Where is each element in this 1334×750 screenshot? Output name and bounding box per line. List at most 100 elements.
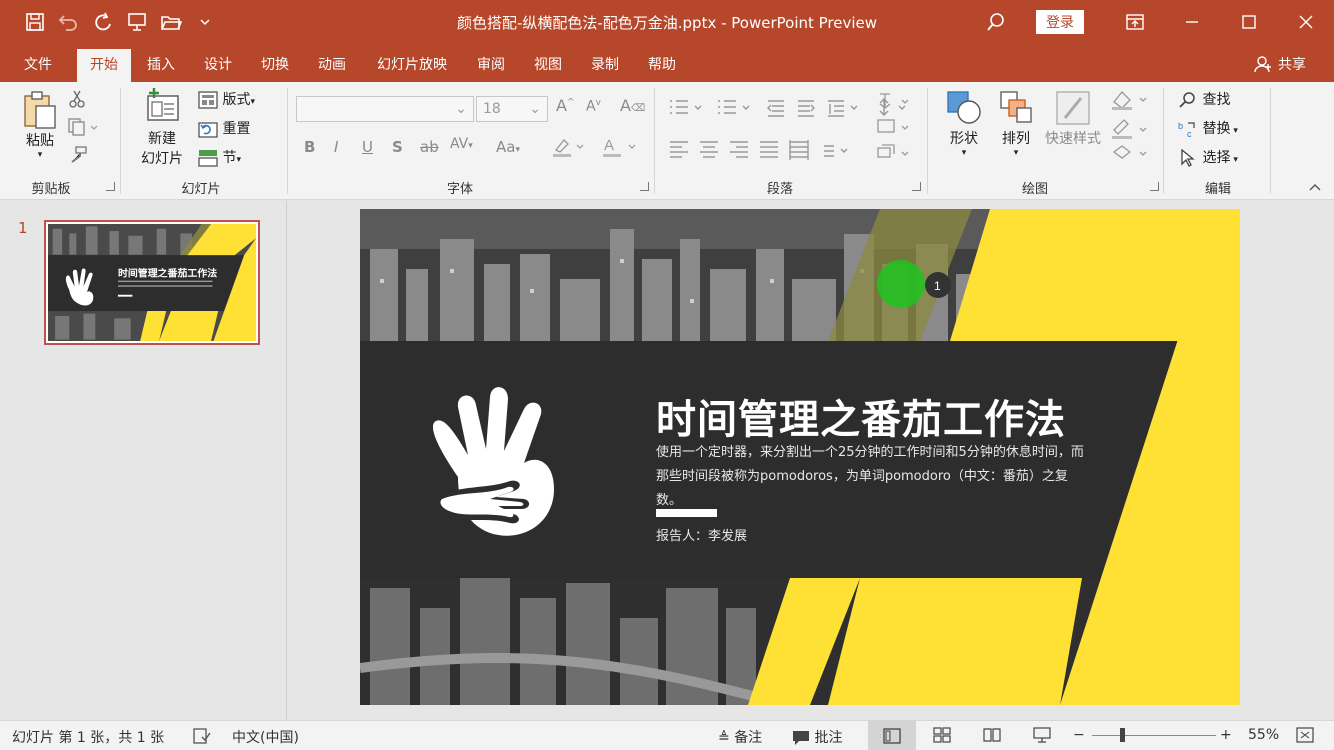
normal-view-button[interactable]: [868, 721, 916, 750]
chevron-down-icon: ▾: [1013, 148, 1019, 158]
chevron-down-icon: ⌄: [455, 101, 467, 117]
highlight-icon[interactable]: [552, 136, 586, 162]
layout-button[interactable]: 版式▾: [198, 89, 255, 109]
slide-reporter[interactable]: 报告人：李发展: [656, 525, 747, 544]
login-button[interactable]: 登录: [1036, 10, 1084, 34]
shape-format-tools[interactable]: [1110, 88, 1150, 168]
notes-button[interactable]: ≜ 备注: [718, 727, 762, 747]
language-status[interactable]: 中文(中国): [232, 727, 299, 747]
select-label: 选择: [1202, 150, 1231, 166]
font-name-combo[interactable]: ⌄: [296, 96, 474, 122]
paragraph-tools-row-2: [668, 138, 868, 166]
drawing-group-label: 绘图: [1021, 182, 1048, 197]
ribbon-display-icon[interactable]: [1106, 0, 1163, 44]
share-label: 共享: [1278, 57, 1306, 73]
clear-format-icon[interactable]: A⌫: [620, 96, 645, 115]
ribbon: 粘贴 ▾ 剪贴板 新建 幻灯片 版式▾ 重置 节▾ 幻灯片 ⌄ 18 ⌄ A^ …: [0, 82, 1334, 200]
comments-label: 批注: [814, 730, 843, 746]
close-icon[interactable]: [1277, 0, 1334, 44]
shapes-icon: [947, 91, 981, 124]
italic-icon[interactable]: I: [334, 138, 338, 156]
tab-view[interactable]: 视图: [523, 49, 573, 82]
slideshow-view-icon[interactable]: [1033, 727, 1051, 747]
shadow-icon[interactable]: S: [392, 138, 403, 156]
title-underline: [656, 509, 717, 517]
slide-editor-canvas[interactable]: 1 时间管理之番茄工作法 使用一个定时器，来分割出一个25分钟的工作时间和5分钟…: [288, 201, 1334, 720]
tab-transitions[interactable]: 切换: [250, 49, 300, 82]
slide-body-text[interactable]: 使用一个定时器，来分割出一个25分钟的工作时间和5分钟的休息时间，而那些时间段被…: [656, 441, 1086, 513]
arrange-button[interactable]: 排列 ▾: [994, 88, 1038, 158]
paragraph-launcher-icon[interactable]: [912, 182, 921, 191]
font-size-value: 18: [483, 101, 501, 117]
drawing-launcher-icon[interactable]: [1150, 182, 1159, 191]
share-button[interactable]: 共享: [1254, 54, 1306, 74]
ribbon-separator: [654, 88, 655, 194]
tab-record[interactable]: 录制: [580, 49, 630, 82]
strikethrough-icon[interactable]: ab: [420, 138, 439, 156]
zoom-slider-thumb[interactable]: [1120, 728, 1125, 742]
tab-review[interactable]: 审阅: [466, 49, 516, 82]
font-launcher-icon[interactable]: [640, 182, 649, 191]
bold-icon[interactable]: B: [304, 138, 315, 156]
copy-icon[interactable]: [68, 118, 98, 140]
increase-font-icon[interactable]: A^: [556, 96, 575, 115]
clipboard-icon: [24, 91, 56, 129]
zoom-in-button[interactable]: +: [1220, 727, 1232, 743]
slide-count-status: 幻灯片 第 1 张，共 1 张: [12, 730, 165, 746]
ribbon-separator: [927, 88, 928, 194]
clipboard-launcher-icon[interactable]: [106, 182, 115, 191]
tab-animations[interactable]: 动画: [307, 49, 357, 82]
slide-number: 1: [18, 219, 28, 237]
status-bar: 幻灯片 第 1 张，共 1 张 中文(中国) ≜ 备注 批注 − + 55%: [0, 720, 1334, 750]
chevron-down-icon: ⌄: [529, 101, 541, 117]
slide-1[interactable]: 1 时间管理之番茄工作法 使用一个定时器，来分割出一个25分钟的工作时间和5分钟…: [360, 209, 1240, 705]
slide-title[interactable]: 时间管理之番茄工作法: [656, 387, 1066, 445]
change-case-icon[interactable]: Aa▾: [496, 138, 520, 156]
section-button[interactable]: 节▾: [198, 147, 241, 167]
shapes-button[interactable]: 形状 ▾: [942, 88, 986, 158]
quick-styles-icon: [1056, 91, 1090, 125]
accessibility-icon[interactable]: [192, 727, 212, 749]
reading-view-icon[interactable]: [983, 727, 1001, 747]
slides-group-label: 幻灯片: [181, 182, 221, 197]
zoom-slider[interactable]: [1092, 728, 1216, 742]
tab-help[interactable]: 帮助: [637, 49, 687, 82]
hand-logo-icon: [432, 387, 554, 536]
underline-icon[interactable]: U: [362, 138, 373, 156]
decrease-font-icon[interactable]: Av: [586, 98, 601, 115]
cut-icon[interactable]: [68, 90, 86, 112]
quick-styles-button[interactable]: 快速样式: [1042, 88, 1104, 148]
fit-to-window-icon[interactable]: [1296, 727, 1314, 747]
select-button[interactable]: 选择 ▾: [1178, 147, 1238, 167]
tab-file[interactable]: 文件: [12, 49, 64, 82]
slide-sorter-view-icon[interactable]: [933, 727, 951, 747]
char-spacing-icon[interactable]: AV▾: [450, 136, 473, 152]
collapse-ribbon-icon[interactable]: [1308, 180, 1322, 196]
format-painter-icon[interactable]: [68, 146, 88, 168]
replace-button[interactable]: bc 替换 ▾: [1178, 118, 1238, 138]
new-slide-label-1: 新建: [148, 131, 176, 147]
reset-label: 重置: [222, 121, 251, 137]
new-slide-button[interactable]: 新建 幻灯片: [132, 88, 192, 168]
find-button[interactable]: 查找: [1178, 89, 1230, 109]
font-color-icon[interactable]: A: [602, 136, 638, 162]
zoom-out-button[interactable]: −: [1073, 727, 1085, 743]
editing-group-label: 编辑: [1204, 182, 1231, 197]
maximize-icon[interactable]: [1220, 0, 1277, 44]
slide-thumbnail-pane: 1 时间管理之番茄工作法: [0, 201, 287, 720]
reset-button[interactable]: 重置: [198, 118, 250, 138]
quick-styles-label: 快速样式: [1045, 131, 1101, 147]
slide-thumbnail[interactable]: 时间管理之番茄工作法: [44, 220, 260, 345]
tab-design[interactable]: 设计: [193, 49, 243, 82]
cursor-icon: [1181, 149, 1195, 167]
search-icon[interactable]: [976, 0, 1016, 44]
text-direction-icon[interactable]: [876, 90, 910, 164]
comments-button[interactable]: 批注: [792, 727, 842, 747]
tab-slideshow[interactable]: 幻灯片放映: [366, 49, 458, 82]
paste-button[interactable]: 粘贴 ▾: [20, 90, 60, 160]
zoom-level[interactable]: 55%: [1248, 727, 1279, 743]
font-size-combo[interactable]: 18 ⌄: [476, 96, 548, 122]
tab-insert[interactable]: 插入: [136, 49, 186, 82]
tab-home[interactable]: 开始: [77, 49, 131, 82]
minimize-icon[interactable]: [1163, 0, 1220, 44]
